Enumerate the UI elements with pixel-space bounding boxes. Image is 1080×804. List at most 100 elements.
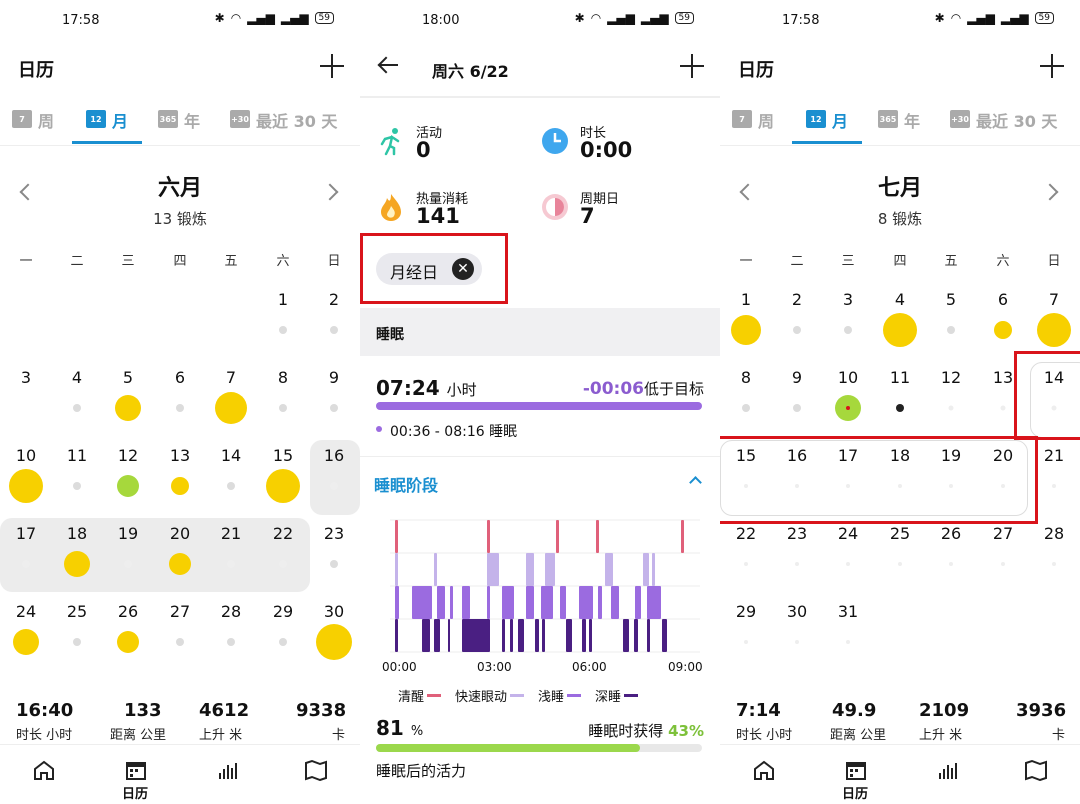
calendar-day[interactable]: 5 bbox=[931, 290, 971, 309]
calendar-day[interactable]: 12 bbox=[108, 446, 148, 465]
tab-last30[interactable]: +30 最近 30 天 bbox=[950, 108, 1057, 144]
nav-calendar-label[interactable]: 日历 bbox=[122, 783, 148, 802]
calendar-day[interactable]: 2 bbox=[314, 290, 354, 309]
calendar-day[interactable]: 20 bbox=[160, 524, 200, 543]
calendar-day[interactable]: 3 bbox=[828, 290, 868, 309]
signal-icon: ▂▄▆ bbox=[247, 11, 275, 25]
tab-month[interactable]: 12 月 bbox=[792, 108, 863, 144]
calendar-day[interactable]: 28 bbox=[211, 602, 251, 621]
calendar-day[interactable]: 3 bbox=[6, 368, 46, 387]
sleep-stage-segment bbox=[542, 619, 545, 652]
tab-year[interactable]: 365 年 bbox=[158, 108, 200, 144]
view-tabs: 7周 12 月 365 年 +30 最近 30 天 bbox=[0, 100, 360, 146]
section-sleep: 睡眠 bbox=[360, 308, 720, 356]
calendar-day[interactable]: 18 bbox=[57, 524, 97, 543]
tab-last30[interactable]: +30 最近 30 天 bbox=[230, 108, 337, 144]
tab-week[interactable]: 7周 bbox=[732, 108, 774, 144]
sleep-stage-segment bbox=[450, 586, 453, 619]
calendar-day[interactable]: 31 bbox=[828, 602, 868, 621]
calendar-day[interactable]: 6 bbox=[160, 368, 200, 387]
status-time: 17:58 bbox=[62, 13, 100, 28]
activity-dot bbox=[793, 404, 801, 412]
sleep-stages-title[interactable]: 睡眠阶段 bbox=[374, 472, 438, 496]
calendar-day[interactable]: 25 bbox=[57, 602, 97, 621]
calendar-day[interactable]: 10 bbox=[6, 446, 46, 465]
activity-dot bbox=[795, 640, 799, 644]
sleep-stage-segment bbox=[545, 553, 555, 586]
period-marker bbox=[846, 406, 850, 410]
calendar-day[interactable]: 8 bbox=[726, 368, 766, 387]
calendar-day[interactable]: 11 bbox=[57, 446, 97, 465]
tab-month[interactable]: 12 月 bbox=[72, 108, 143, 144]
calendar-day[interactable]: 27 bbox=[983, 524, 1023, 543]
collapse-icon[interactable] bbox=[689, 476, 702, 489]
calendar-day[interactable]: 10 bbox=[828, 368, 868, 387]
back-icon[interactable] bbox=[378, 58, 398, 72]
stats-icon[interactable] bbox=[216, 759, 240, 781]
activity-dot bbox=[227, 560, 235, 568]
calendar-day[interactable]: 30 bbox=[314, 602, 354, 621]
calendar-day[interactable]: 29 bbox=[263, 602, 303, 621]
calendar-day[interactable]: 1 bbox=[263, 290, 303, 309]
stats-icon[interactable] bbox=[936, 759, 960, 781]
map-icon[interactable] bbox=[304, 759, 328, 781]
map-icon[interactable] bbox=[1024, 759, 1048, 781]
calendar-day[interactable]: 5 bbox=[108, 368, 148, 387]
calendar-icon[interactable] bbox=[124, 759, 148, 781]
calendar-day[interactable]: 19 bbox=[108, 524, 148, 543]
calendar-day[interactable]: 26 bbox=[108, 602, 148, 621]
calendar-day[interactable]: 29 bbox=[726, 602, 766, 621]
calendar-day[interactable]: 12 bbox=[931, 368, 971, 387]
calendar-day[interactable]: 4 bbox=[57, 368, 97, 387]
calendar-day[interactable]: 4 bbox=[880, 290, 920, 309]
calendar-day[interactable]: 7 bbox=[211, 368, 251, 387]
week-icon: 7 bbox=[732, 110, 752, 128]
tab-week[interactable]: 7周 bbox=[12, 108, 54, 144]
sleep-goal-diff: -00:06低于目标 bbox=[583, 378, 704, 399]
home-icon[interactable] bbox=[752, 759, 776, 781]
calendar-day[interactable]: 11 bbox=[880, 368, 920, 387]
page-title: 日历 bbox=[18, 60, 54, 81]
calendar-day[interactable]: 2 bbox=[777, 290, 817, 309]
nav-calendar-label[interactable]: 日历 bbox=[842, 783, 868, 802]
activity-dot bbox=[330, 404, 338, 412]
tab-year[interactable]: 365 年 bbox=[878, 108, 920, 144]
calendar-day[interactable]: 24 bbox=[6, 602, 46, 621]
calendar-day[interactable]: 14 bbox=[211, 446, 251, 465]
last30-icon: +30 bbox=[230, 110, 250, 128]
calendar-day[interactable]: 15 bbox=[263, 446, 303, 465]
sleep-stage-segment bbox=[566, 619, 572, 652]
sleep-stage-segment bbox=[462, 619, 490, 652]
calendar-day[interactable]: 23 bbox=[314, 524, 354, 543]
stat-calories-label: 卡 bbox=[332, 728, 346, 743]
activity-dot bbox=[949, 562, 953, 566]
tab-last30-label: 最近 30 天 bbox=[976, 112, 1058, 131]
calendar-day[interactable]: 22 bbox=[726, 524, 766, 543]
add-icon[interactable] bbox=[316, 50, 348, 82]
calendar-day[interactable]: 23 bbox=[777, 524, 817, 543]
calendar-day[interactable]: 13 bbox=[160, 446, 200, 465]
calendar-day[interactable]: 16 bbox=[314, 446, 354, 465]
calendar-day[interactable]: 21 bbox=[211, 524, 251, 543]
calendar-day[interactable]: 27 bbox=[160, 602, 200, 621]
stat-distance-value: 133 bbox=[124, 700, 162, 721]
add-icon[interactable] bbox=[1036, 50, 1068, 82]
calendar-day[interactable]: 24 bbox=[828, 524, 868, 543]
calendar-day[interactable]: 7 bbox=[1034, 290, 1074, 309]
home-icon[interactable] bbox=[32, 759, 56, 781]
calendar-day[interactable]: 1 bbox=[726, 290, 766, 309]
calendar-day[interactable]: 17 bbox=[6, 524, 46, 543]
calendar-icon[interactable] bbox=[844, 759, 868, 781]
legend-swatch bbox=[510, 694, 525, 697]
calendar-day[interactable]: 22 bbox=[263, 524, 303, 543]
calendar-day[interactable]: 25 bbox=[880, 524, 920, 543]
calendar-day[interactable]: 26 bbox=[931, 524, 971, 543]
calendar-day[interactable]: 9 bbox=[314, 368, 354, 387]
calendar-day[interactable]: 28 bbox=[1034, 524, 1074, 543]
add-icon[interactable] bbox=[676, 50, 708, 82]
calendar-day[interactable]: 21 bbox=[1034, 446, 1074, 465]
calendar-day[interactable]: 6 bbox=[983, 290, 1023, 309]
calendar-day[interactable]: 30 bbox=[777, 602, 817, 621]
calendar-day[interactable]: 8 bbox=[263, 368, 303, 387]
calendar-day[interactable]: 9 bbox=[777, 368, 817, 387]
